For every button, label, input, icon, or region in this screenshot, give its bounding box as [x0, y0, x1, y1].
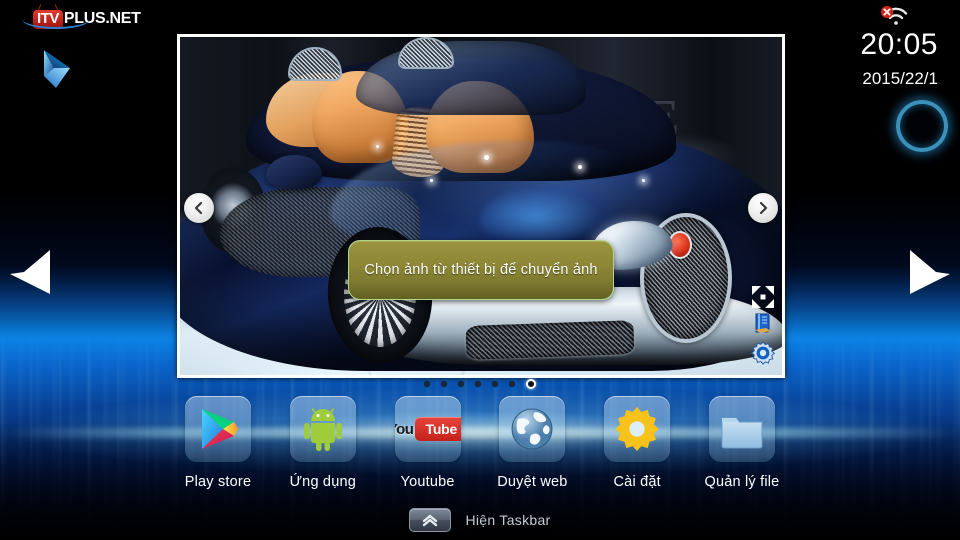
dock-item-label: Play store [184, 474, 252, 490]
app-tile[interactable]: You Tube [394, 396, 461, 462]
dock-item-label: Quản lý file [704, 474, 780, 490]
show-taskbar-button[interactable] [409, 508, 452, 532]
chevron-double-up-icon [423, 514, 438, 527]
next-slide-button[interactable] [748, 193, 778, 223]
pagination-dot[interactable] [492, 381, 498, 387]
slideshow-pagination[interactable] [424, 378, 536, 390]
power-ring-icon[interactable] [896, 100, 948, 152]
show-taskbar-label: Hiện Taskbar [465, 512, 551, 528]
folder-icon [721, 417, 763, 449]
arrow-right-icon[interactable] [906, 248, 952, 296]
slideshow-photo: BE [180, 37, 782, 375]
dock-item-apps[interactable]: Ứng dụng [275, 396, 371, 490]
youtube-icon: You Tube [395, 417, 461, 441]
dock-item-label: Duyệt web [497, 474, 568, 490]
dock-item-label: Cài đặt [613, 474, 661, 490]
arrow-left-icon[interactable] [8, 248, 54, 296]
fullscreen-icon[interactable] [752, 286, 774, 308]
app-tile[interactable] [185, 396, 251, 462]
app-tile[interactable] [708, 396, 775, 462]
taskbar-toggle-bar: Hiện Taskbar [0, 504, 960, 536]
pagination-dot[interactable] [458, 381, 464, 387]
chevron-left-icon [194, 201, 203, 215]
pagination-dot[interactable] [424, 381, 430, 387]
app-dock: Play store Ứng dụng You [170, 396, 790, 502]
dock-item-settings[interactable]: Cài đặt [589, 396, 685, 490]
dock-item-label: Ứng dụng [289, 474, 356, 490]
dock-item-play-store[interactable]: Play store [170, 396, 266, 490]
app-tile[interactable] [604, 396, 671, 462]
wifi-disconnected-icon[interactable] [880, 6, 908, 26]
globe-icon [511, 408, 553, 450]
dock-item-browser[interactable]: Duyệt web [484, 396, 580, 490]
pagination-dot[interactable] [526, 379, 536, 389]
dock-item-file-manager[interactable]: Quản lý file [694, 396, 790, 490]
youtube-tube-badge: Tube [415, 417, 461, 441]
app-tile[interactable] [499, 396, 566, 462]
pagination-dot[interactable] [509, 381, 515, 387]
pagination-dot[interactable] [441, 381, 447, 387]
play-store-icon [202, 409, 238, 449]
status-clock: 20:05 [860, 28, 938, 61]
gear-icon[interactable] [751, 341, 775, 365]
pagination-dot[interactable] [475, 381, 481, 387]
photo-viewer-frame[interactable]: BE [177, 34, 785, 378]
prev-slide-button[interactable] [184, 193, 214, 223]
status-date: 2015/22/1 [862, 69, 938, 88]
chevron-right-icon [759, 201, 768, 215]
book-icon[interactable] [753, 312, 773, 334]
app-tile[interactable] [289, 396, 356, 462]
android-robot-icon [303, 408, 342, 451]
dock-item-youtube[interactable]: You Tube Youtube [380, 396, 476, 490]
gear-icon [615, 407, 659, 451]
select-photo-overlay-button[interactable]: Chọn ảnh từ thiết bị để chuyển ảnh [348, 240, 614, 300]
dock-item-label: Youtube [400, 474, 455, 490]
mouse-cursor-icon [44, 50, 70, 88]
youtube-you-text: You [395, 420, 414, 438]
